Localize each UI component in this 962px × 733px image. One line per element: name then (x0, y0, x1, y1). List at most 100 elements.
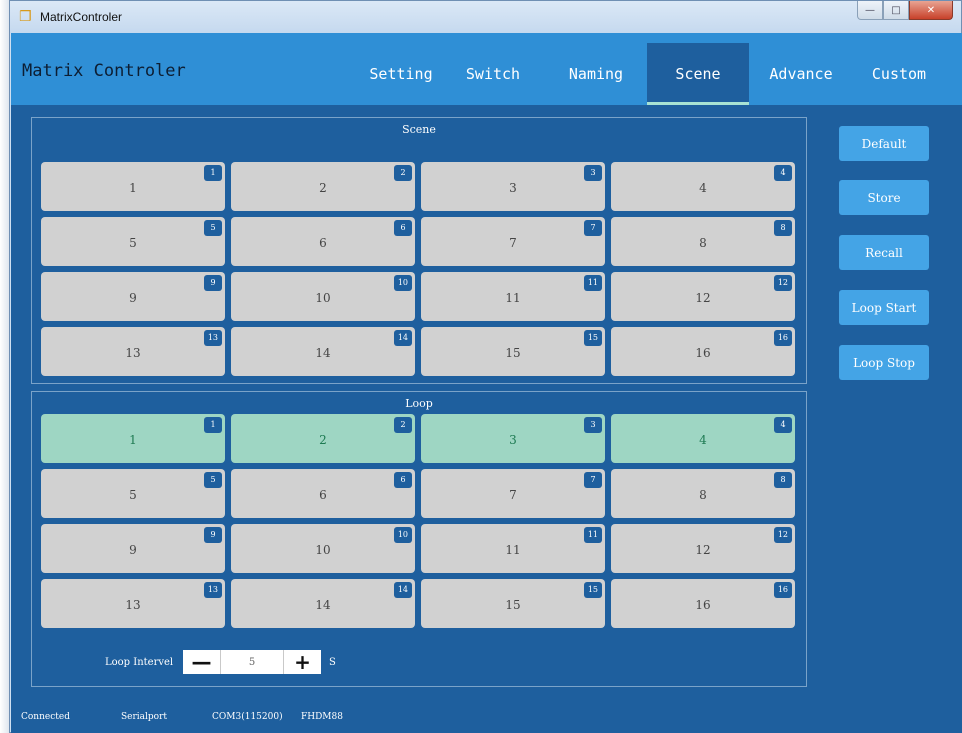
scene-tile-badge: 8 (774, 220, 792, 236)
scene-panel-title: Scene (402, 123, 436, 136)
title-bar[interactable]: ❒ MatrixControler — □ ✕ (10, 1, 961, 33)
scene-tile-label: 1 (129, 181, 137, 195)
scene-tile-badge: 12 (773, 275, 792, 291)
scene-tile-12[interactable]: 12 12 (611, 272, 795, 321)
scene-tile-label: 13 (125, 346, 141, 360)
loop-tile-label: 8 (699, 488, 707, 502)
loop-tile-2[interactable]: 22 (231, 414, 415, 463)
loop-tile-label: 9 (129, 543, 137, 557)
scene-tile-badge: 6 (394, 220, 412, 236)
scene-tile-16[interactable]: 16 16 (611, 327, 795, 376)
loop-tile-label: 3 (509, 433, 517, 447)
scene-tile-8[interactable]: 88 (611, 217, 795, 266)
loop-stop-button[interactable]: Loop Stop (839, 345, 929, 380)
scene-tile-9[interactable]: 99 (41, 272, 225, 321)
tab-scene[interactable]: Scene (647, 43, 749, 105)
scene-tile-6[interactable]: 66 (231, 217, 415, 266)
maximize-icon: □ (891, 4, 901, 16)
loop-tile-label: 10 (315, 543, 331, 557)
scene-tile-badge: 1 (204, 165, 222, 181)
loop-interval-stepper: — + (183, 650, 321, 674)
loop-tile-6[interactable]: 66 (231, 469, 415, 518)
loop-tile-badge: 6 (394, 472, 412, 488)
scene-tile-badge: 9 (204, 275, 222, 291)
loop-tile-15[interactable]: 15 15 (421, 579, 605, 628)
loop-panel-title: Loop (405, 397, 433, 410)
scene-tile-badge: 10 (393, 275, 412, 291)
loop-tile-badge: 8 (774, 472, 792, 488)
loop-tile-badge: 14 (393, 582, 412, 598)
loop-tile-badge: 4 (774, 417, 792, 433)
loop-tile-9[interactable]: 99 (41, 524, 225, 573)
scene-tile-label: 15 (505, 346, 521, 360)
loop-tile-badge: 10 (393, 527, 412, 543)
loop-tile-3[interactable]: 33 (421, 414, 605, 463)
store-button[interactable]: Store (839, 180, 929, 215)
tab-advance[interactable]: Advance (756, 43, 846, 105)
loop-interval-input[interactable] (221, 650, 283, 674)
header-bar: Matrix Controler Setting Switch Naming S… (11, 33, 962, 105)
loop-tile-label: 12 (695, 543, 711, 557)
loop-tile-badge: 1 (204, 417, 222, 433)
loop-tile-label: 16 (695, 598, 711, 612)
loop-tile-5[interactable]: 55 (41, 469, 225, 518)
minimize-button[interactable]: — (857, 1, 883, 20)
loop-tile-10[interactable]: 10 10 (231, 524, 415, 573)
loop-tile-8[interactable]: 88 (611, 469, 795, 518)
loop-tile-7[interactable]: 77 (421, 469, 605, 518)
app-window: ❒ MatrixControler — □ ✕ Matrix Controler… (9, 0, 962, 733)
tab-naming[interactable]: Naming (551, 43, 641, 105)
scene-tile-7[interactable]: 77 (421, 217, 605, 266)
loop-start-button[interactable]: Loop Start (839, 290, 929, 325)
loop-tile-4[interactable]: 44 (611, 414, 795, 463)
app-title: Matrix Controler (22, 61, 186, 81)
loop-tile-badge: 13 (203, 582, 222, 598)
status-connection: Connected (21, 712, 70, 722)
close-icon: ✕ (926, 4, 936, 16)
scene-tile-badge: 11 (583, 275, 602, 291)
tab-setting[interactable]: Setting (356, 43, 446, 105)
scene-tile-13[interactable]: 13 13 (41, 327, 225, 376)
scene-tile-badge: 7 (584, 220, 602, 236)
loop-tile-label: 5 (129, 488, 137, 502)
scene-tile-4[interactable]: 44 (611, 162, 795, 211)
loop-tile-label: 11 (505, 543, 521, 557)
scene-tile-label: 5 (129, 236, 137, 250)
scene-tile-badge: 16 (773, 330, 792, 346)
scene-tile-14[interactable]: 14 14 (231, 327, 415, 376)
close-button[interactable]: ✕ (909, 1, 953, 20)
tab-switch[interactable]: Switch (453, 43, 533, 105)
increment-button[interactable]: + (283, 650, 321, 674)
scene-tile-label: 7 (509, 236, 517, 250)
loop-tile-badge: 11 (583, 527, 602, 543)
loop-tile-11[interactable]: 11 11 (421, 524, 605, 573)
decrement-button[interactable]: — (183, 650, 221, 674)
scene-tile-11[interactable]: 11 11 (421, 272, 605, 321)
app-body: Matrix Controler Setting Switch Naming S… (11, 33, 962, 733)
scene-tile-15[interactable]: 15 15 (421, 327, 605, 376)
scene-tile-10[interactable]: 10 10 (231, 272, 415, 321)
loop-tile-badge: 5 (204, 472, 222, 488)
scene-tile-2[interactable]: 22 (231, 162, 415, 211)
loop-tile-12[interactable]: 12 12 (611, 524, 795, 573)
loop-tile-label: 7 (509, 488, 517, 502)
scene-tile-3[interactable]: 33 (421, 162, 605, 211)
scene-tile-label: 12 (695, 291, 711, 305)
maximize-button[interactable]: □ (883, 1, 909, 20)
scene-tile-5[interactable]: 55 (41, 217, 225, 266)
scene-tile-label: 16 (695, 346, 711, 360)
scene-tile-label: 11 (505, 291, 521, 305)
scene-tile-label: 4 (699, 181, 707, 195)
scene-tile-badge: 5 (204, 220, 222, 236)
loop-tile-label: 13 (125, 598, 141, 612)
recall-button[interactable]: Recall (839, 235, 929, 270)
loop-panel: Loop 1 1 2 2 3 3 4 4 5 5 6 6 7 7 8 8 9 9 10 10 11 11 12 12 13 13 1… (31, 391, 807, 687)
scene-tile-1[interactable]: 11 (41, 162, 225, 211)
loop-tile-14[interactable]: 14 14 (231, 579, 415, 628)
loop-tile-1[interactable]: 11 (41, 414, 225, 463)
tab-custom[interactable]: Custom (854, 43, 944, 105)
loop-tile-16[interactable]: 16 16 (611, 579, 795, 628)
scene-tile-label: 9 (129, 291, 137, 305)
default-button[interactable]: Default (839, 126, 929, 161)
loop-tile-13[interactable]: 13 13 (41, 579, 225, 628)
